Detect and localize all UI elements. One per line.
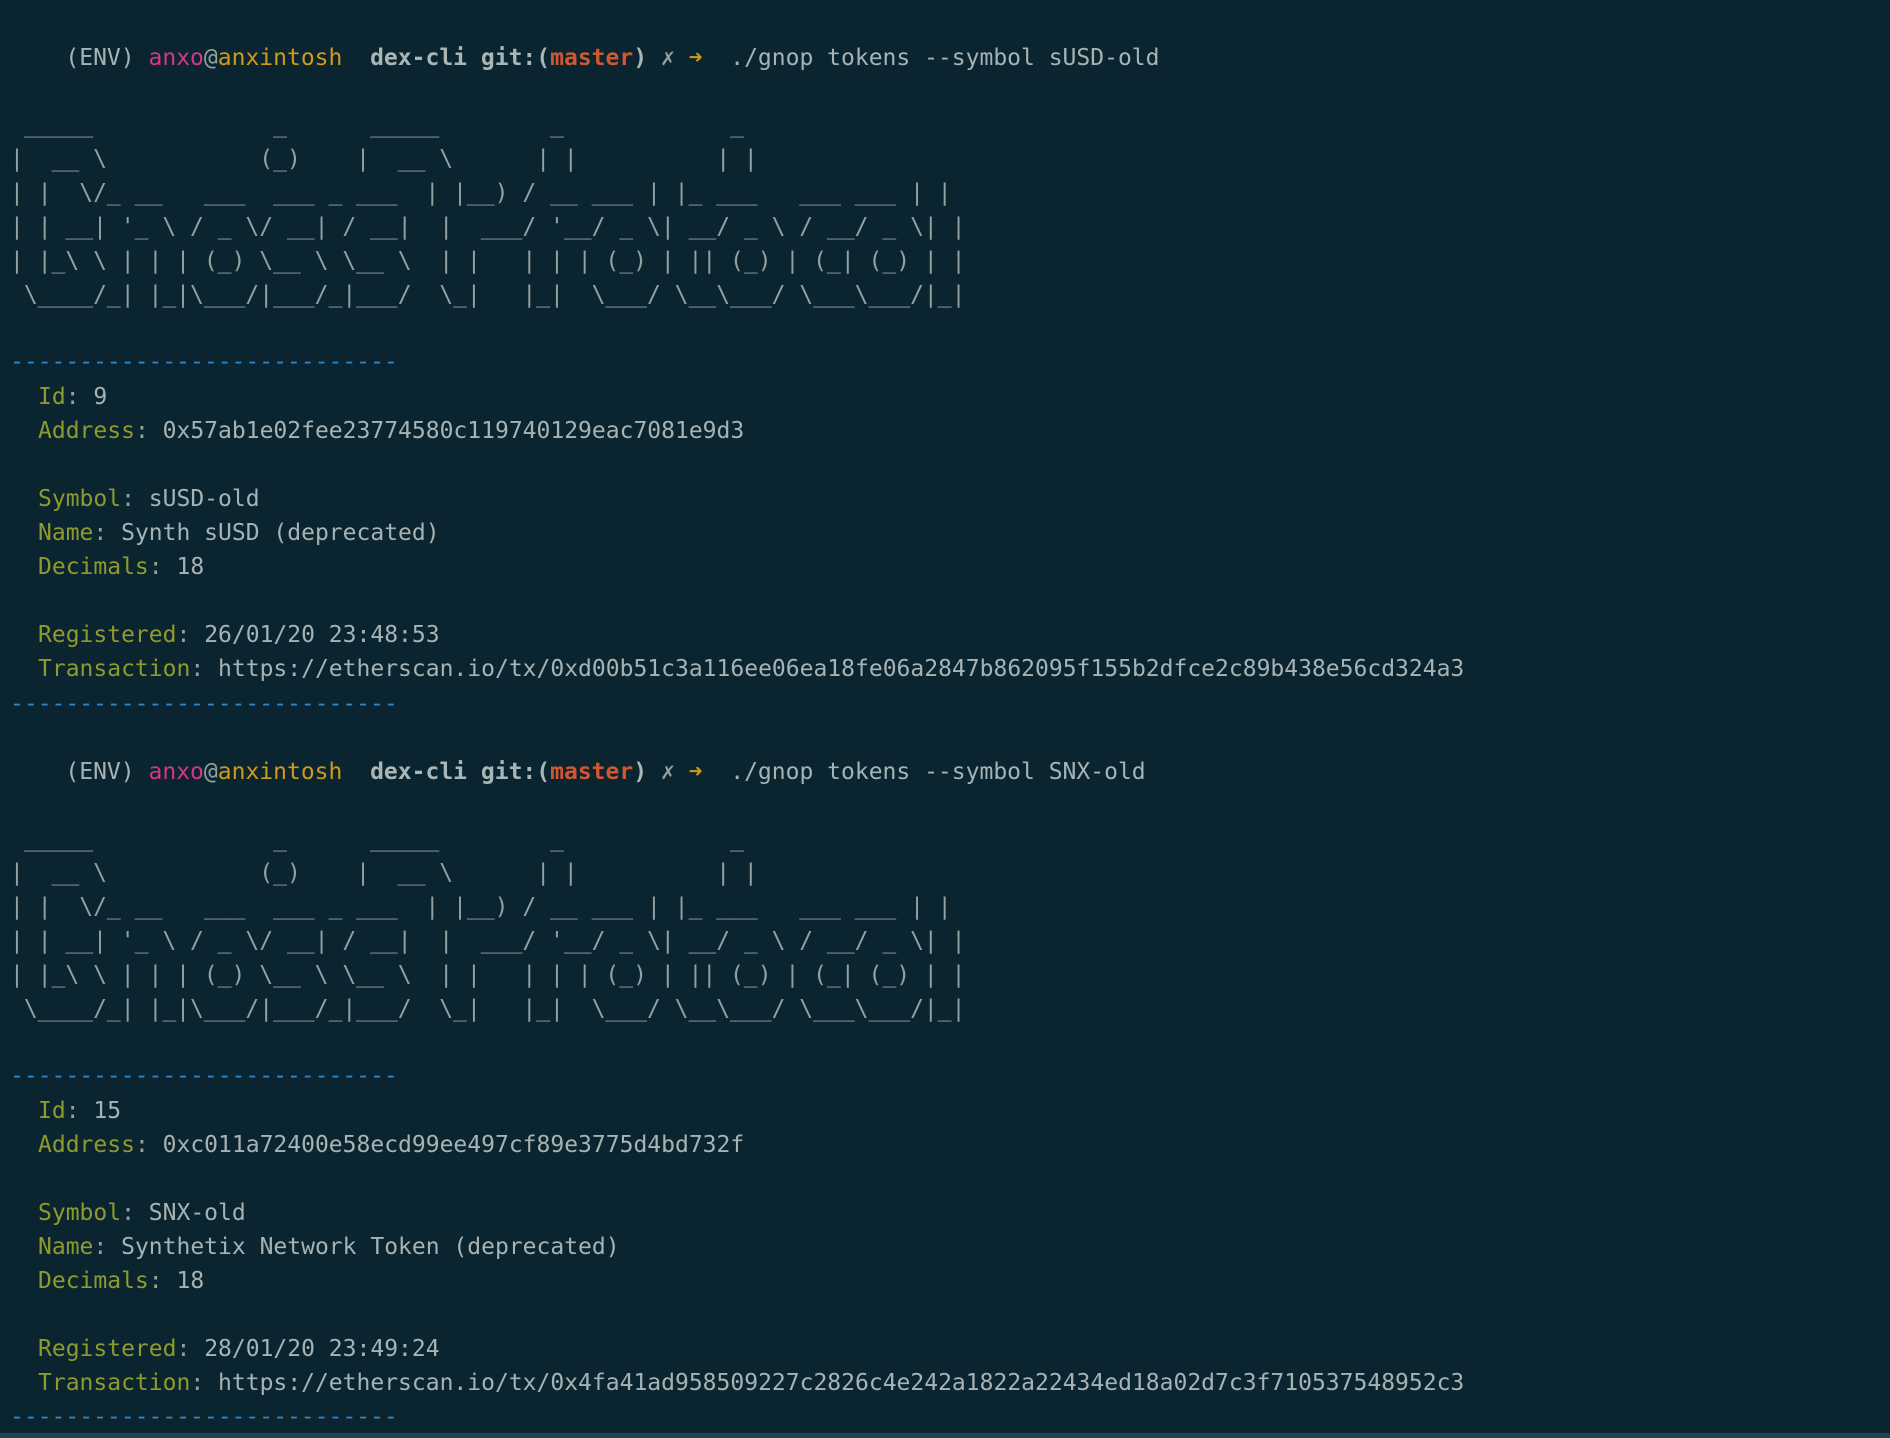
command-text: ./gnop tokens --symbol sUSD-old bbox=[730, 45, 1160, 71]
prompt-git-suffix: ) bbox=[633, 45, 648, 71]
prompt-git-prefix: git:( bbox=[480, 45, 551, 71]
field-label: Id bbox=[38, 384, 66, 410]
field-address: Address: 0xc011a72400e58ecd99ee497cf89e3… bbox=[38, 1132, 745, 1158]
field-registered: Registered: 28/01/20 23:49:24 bbox=[38, 1336, 440, 1362]
field-symbol: Symbol: sUSD-old bbox=[38, 486, 260, 512]
field-label: Name bbox=[38, 520, 94, 546]
field-value: 15 bbox=[93, 1098, 122, 1124]
field-value: Synthetix Network Token (deprecated) bbox=[121, 1234, 620, 1260]
separator-rule: ---------------------------- bbox=[10, 691, 398, 717]
command-text: ./gnop tokens --symbol SNX-old bbox=[730, 759, 1146, 785]
dirty-icon: ✗ bbox=[660, 759, 675, 785]
field-registered: Registered: 26/01/20 23:48:53 bbox=[38, 622, 440, 648]
field-label: Transaction bbox=[38, 656, 191, 682]
prompt-at: @ bbox=[203, 45, 218, 71]
field-value: SNX-old bbox=[148, 1200, 246, 1226]
field-label: Decimals bbox=[38, 1268, 149, 1294]
prompt-host: anxintosh bbox=[217, 759, 343, 785]
field-label: Address bbox=[38, 418, 135, 444]
field-value: 9 bbox=[93, 384, 108, 410]
field-label: Id bbox=[38, 1098, 66, 1124]
field-transaction[interactable]: Transaction: https://etherscan.io/tx/0x4… bbox=[38, 1366, 1464, 1400]
field-label: Address bbox=[38, 1132, 135, 1158]
ascii-banner: _____ _ _____ _ _ | __ \ (_) | __ \ | | … bbox=[10, 112, 966, 308]
prompt-at: @ bbox=[203, 759, 218, 785]
field-label: Registered bbox=[38, 622, 177, 648]
terminal-window[interactable]: (ENV) anxo@anxintosh dex-cli git:(master… bbox=[0, 0, 1890, 1438]
prompt-dir: dex-cli bbox=[370, 45, 468, 71]
prompt-user: anxo bbox=[148, 45, 204, 71]
arrow-icon: ➜ bbox=[688, 45, 703, 71]
prompt-git-prefix: git:( bbox=[480, 759, 551, 785]
field-label: Registered bbox=[38, 1336, 177, 1362]
field-label: Decimals bbox=[38, 554, 149, 580]
field-id: Id: 15 bbox=[38, 1098, 122, 1124]
prompt-env: (ENV) bbox=[65, 45, 135, 71]
prompt-env: (ENV) bbox=[65, 759, 135, 785]
field-label: Transaction bbox=[38, 1370, 191, 1396]
field-id: Id: 9 bbox=[38, 384, 108, 410]
prompt-line: (ENV) anxo@anxintosh dex-cli git:(master… bbox=[10, 7, 1159, 71]
dirty-icon: ✗ bbox=[660, 45, 675, 71]
field-value: sUSD-old bbox=[148, 486, 260, 512]
ascii-banner: _____ _ _____ _ _ | __ \ (_) | __ \ | | … bbox=[10, 826, 966, 1022]
field-decimals: Decimals: 18 bbox=[38, 554, 205, 580]
prompt-branch: master bbox=[550, 45, 634, 71]
prompt-dir: dex-cli bbox=[370, 759, 468, 785]
terminal-bottom-border bbox=[0, 1433, 1890, 1438]
field-value: Synth sUSD (deprecated) bbox=[121, 520, 440, 546]
prompt-user: anxo bbox=[148, 759, 204, 785]
field-symbol: Symbol: SNX-old bbox=[38, 1200, 246, 1226]
field-transaction[interactable]: Transaction: https://etherscan.io/tx/0xd… bbox=[38, 652, 1464, 686]
field-value: 18 bbox=[176, 1268, 205, 1294]
prompt-branch: master bbox=[550, 759, 634, 785]
field-value: 18 bbox=[176, 554, 205, 580]
field-address: Address: 0x57ab1e02fee23774580c119740129… bbox=[38, 418, 745, 444]
field-value: 28/01/20 23:49:24 bbox=[204, 1336, 440, 1362]
transaction-link[interactable]: https://etherscan.io/tx/0xd00b51c3a116ee… bbox=[218, 656, 1464, 682]
field-decimals: Decimals: 18 bbox=[38, 1268, 205, 1294]
field-label: Symbol bbox=[38, 486, 122, 512]
transaction-link[interactable]: https://etherscan.io/tx/0x4fa41ad9585092… bbox=[218, 1370, 1464, 1396]
prompt-line: (ENV) anxo@anxintosh dex-cli git:(master… bbox=[10, 721, 1145, 785]
field-label: Symbol bbox=[38, 1200, 122, 1226]
prompt-git-suffix: ) bbox=[633, 759, 648, 785]
field-value: 26/01/20 23:48:53 bbox=[204, 622, 440, 648]
separator-rule: ---------------------------- bbox=[10, 349, 398, 375]
field-name: Name: Synthetix Network Token (deprecate… bbox=[38, 1234, 620, 1260]
field-label: Name bbox=[38, 1234, 94, 1260]
separator-rule: ---------------------------- bbox=[10, 1404, 398, 1430]
field-name: Name: Synth sUSD (deprecated) bbox=[38, 520, 440, 546]
arrow-icon: ➜ bbox=[688, 759, 703, 785]
field-value: 0xc011a72400e58ecd99ee497cf89e3775d4bd73… bbox=[162, 1132, 745, 1158]
separator-rule: ---------------------------- bbox=[10, 1063, 398, 1089]
prompt-host: anxintosh bbox=[217, 45, 343, 71]
field-value: 0x57ab1e02fee23774580c119740129eac7081e9… bbox=[162, 418, 745, 444]
